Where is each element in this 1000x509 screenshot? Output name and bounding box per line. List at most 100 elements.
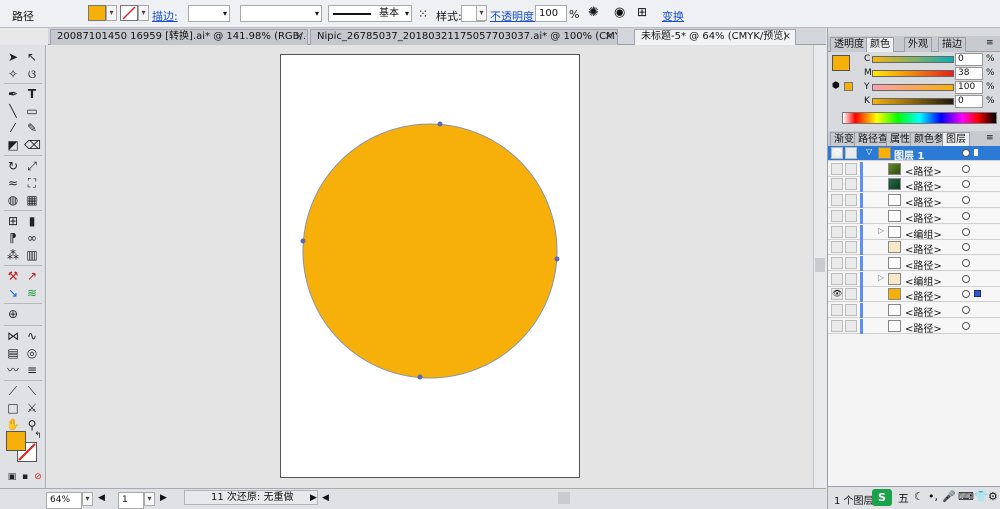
tab-appearance[interactable]: 外观 xyxy=(904,37,932,52)
visibility-eye-icon[interactable] xyxy=(831,272,843,285)
close-icon[interactable]: × xyxy=(783,30,791,44)
target-circle-icon[interactable] xyxy=(962,149,970,157)
scale-tool-icon[interactable]: ⤢ xyxy=(24,159,40,173)
lock-toggle[interactable] xyxy=(845,272,857,285)
lock-toggle[interactable] xyxy=(845,288,857,301)
layer-name[interactable]: 图层 1 xyxy=(894,147,924,162)
live-paint-selection-tool-icon[interactable]: ↗ xyxy=(24,269,40,283)
crosshair-tool-icon[interactable]: ⊕ xyxy=(5,307,21,321)
channel-slider[interactable] xyxy=(872,98,954,105)
punctuation-icon[interactable]: •, xyxy=(928,490,938,503)
anchor-point[interactable] xyxy=(437,121,443,127)
fill-color-swatch[interactable] xyxy=(88,5,106,21)
expand-arrow-icon[interactable]: ▷ xyxy=(878,226,884,235)
opacity-field[interactable]: 100 xyxy=(535,5,567,22)
scroll-thumb[interactable] xyxy=(815,258,825,272)
measure-tool-icon[interactable]: ⟋ xyxy=(5,384,21,398)
layer-name[interactable]: <编组> xyxy=(905,273,942,288)
none-mode-icon[interactable]: ⊘ xyxy=(30,470,46,484)
layer-row[interactable]: ▷ <编组> xyxy=(828,271,1000,288)
stroke-panel-link[interactable]: 描边: xyxy=(152,8,178,24)
lasso-tool-icon[interactable]: ଓ xyxy=(24,67,40,81)
artboard[interactable] xyxy=(280,54,580,478)
lock-toggle[interactable] xyxy=(845,319,857,332)
recolor-artwork-icon[interactable]: ✺ xyxy=(588,5,599,20)
channel-slider[interactable] xyxy=(872,84,954,91)
layer-row[interactable]: <路径> xyxy=(828,208,1000,225)
perspective-grid-tool-icon[interactable]: ▦ xyxy=(24,193,40,207)
tab-document-1[interactable]: 20087101450 16959 [转换].ai* @ 141.98% (RG… xyxy=(50,29,308,45)
zoom-field[interactable]: 64% xyxy=(46,492,82,509)
visibility-eye-icon[interactable] xyxy=(831,256,843,269)
channel-slider[interactable] xyxy=(872,70,954,77)
artboard-tool-icon[interactable]: □ xyxy=(5,401,21,415)
visibility-eye-icon[interactable] xyxy=(831,162,843,175)
target-circle-icon[interactable] xyxy=(962,321,970,330)
rotate-tool-icon[interactable]: ↻ xyxy=(5,159,21,173)
expand-arrow-icon[interactable]: ▷ xyxy=(878,273,884,282)
layer-row[interactable]: <路径> xyxy=(828,318,1000,335)
lock-toggle[interactable] xyxy=(845,162,857,175)
status-menu-icon[interactable]: ▶ xyxy=(310,493,317,503)
opacity-panel-link[interactable]: 不透明度: xyxy=(490,8,538,24)
variable-width-profile-field[interactable]: ▾ xyxy=(240,5,322,22)
target-circle-icon[interactable] xyxy=(962,290,970,299)
visibility-eye-icon[interactable] xyxy=(831,209,843,222)
tab-document-3[interactable]: 未标题-5* @ 64% (CMYK/预览) × xyxy=(634,29,796,45)
visibility-eye-icon[interactable] xyxy=(831,319,843,332)
slice-tool-icon[interactable]: ⟍ xyxy=(24,384,40,398)
symbol-sprayer-tool-icon[interactable]: ⁂ xyxy=(5,248,21,262)
target-circle-icon[interactable] xyxy=(962,180,970,189)
visibility-eye-icon[interactable]: 👁 xyxy=(831,288,843,301)
keyboard-icon[interactable]: ⌨ xyxy=(958,490,974,503)
ime-mode[interactable]: 五 xyxy=(898,490,909,506)
brush-definition-field[interactable]: 基本 ▾ xyxy=(328,5,412,22)
selection-indicator[interactable] xyxy=(974,149,978,156)
artboard-number-field[interactable]: 1 xyxy=(118,492,144,509)
transform-panel-link[interactable]: 变换 xyxy=(662,8,684,24)
zoom-dropdown-arrow[interactable]: ▾ xyxy=(82,492,93,506)
panel-menu-icon[interactable]: ≡ xyxy=(986,38,994,48)
channel-value-field[interactable]: 0 xyxy=(955,95,983,108)
tab-layers[interactable]: 图层 xyxy=(942,132,970,147)
align-stack-icon[interactable]: ≡ xyxy=(24,363,40,377)
anchor-point[interactable] xyxy=(554,256,560,262)
color-spectrum-bar[interactable] xyxy=(842,112,997,124)
layer-row[interactable]: <路径> xyxy=(828,240,1000,256)
magic-wand-tool-icon[interactable]: ✧ xyxy=(5,67,21,81)
free-transform-tool-icon[interactable]: ⛶ xyxy=(24,176,40,190)
lock-toggle[interactable] xyxy=(845,256,857,269)
tab-transparency[interactable]: 透明度 xyxy=(830,37,868,52)
visibility-eye-icon[interactable]: 👁 xyxy=(831,147,843,159)
circle-shape[interactable] xyxy=(302,123,558,379)
target-circle-icon[interactable] xyxy=(962,258,970,267)
lock-toggle[interactable] xyxy=(845,209,857,222)
paintbrush-tool-icon[interactable]: ⁄ xyxy=(5,121,21,135)
lock-toggle[interactable] xyxy=(845,147,857,159)
stroke-color-swatch[interactable] xyxy=(120,5,138,21)
align-icon[interactable]: ⊞ xyxy=(637,5,647,19)
scroll-left-icon[interactable]: ◀ xyxy=(322,493,329,503)
first-artboard-icon[interactable]: ◀ xyxy=(98,493,105,503)
type-tool-icon[interactable]: T xyxy=(24,87,40,101)
knife-tool-icon[interactable]: ⚔ xyxy=(24,401,40,415)
close-icon[interactable]: × xyxy=(605,30,613,44)
horizontal-scroll-thumb[interactable] xyxy=(558,492,570,504)
live-paint-tool-icon[interactable]: ⚒ xyxy=(5,269,21,283)
anchor-point[interactable] xyxy=(417,374,423,380)
skin-icon[interactable]: 👕 xyxy=(974,490,988,503)
expand-arrow-icon[interactable]: ▽ xyxy=(866,147,872,156)
eraser-tool-icon[interactable]: ⌫ xyxy=(24,138,41,152)
visibility-eye-icon[interactable] xyxy=(831,225,843,238)
warp-tool-icon[interactable]: ≈ xyxy=(5,176,21,190)
layer-name[interactable]: <路径> xyxy=(905,304,942,319)
target-circle-icon[interactable] xyxy=(962,243,970,252)
ime-logo-icon[interactable]: S xyxy=(872,489,892,506)
channel-value-field[interactable]: 100 xyxy=(955,81,983,94)
envelope-tool-icon[interactable]: ∿ xyxy=(24,329,40,343)
tab-document-2[interactable]: Nipic_26785037_20180321175057703037.ai* … xyxy=(310,29,618,45)
blob-brush-tool-icon[interactable]: ◩ xyxy=(5,138,21,152)
grid-tool-icon[interactable]: ▤ xyxy=(5,346,21,360)
panel-menu-icon[interactable]: ≡ xyxy=(986,133,994,143)
width-tool-icon[interactable]: ⋈ xyxy=(5,329,21,343)
